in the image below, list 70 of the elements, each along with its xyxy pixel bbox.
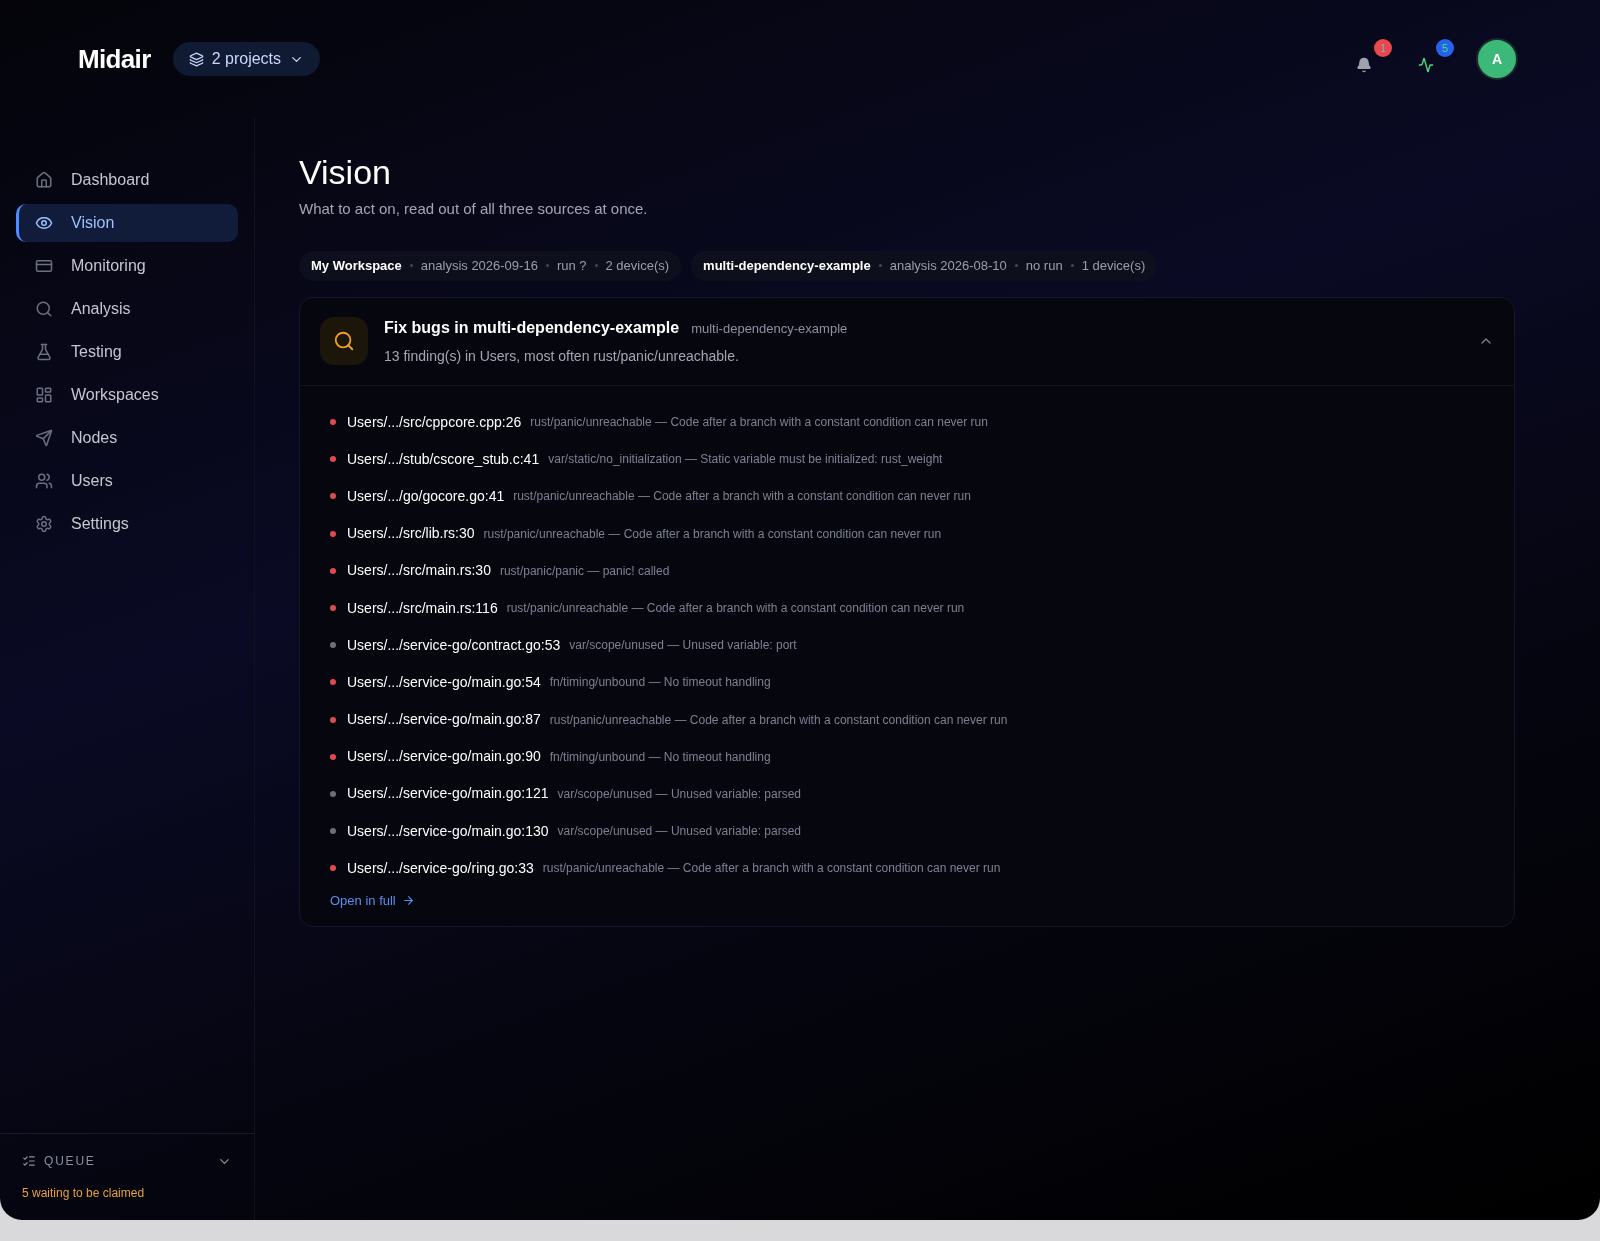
sidebar-item[interactable]: Testing bbox=[16, 333, 238, 371]
page-subtitle: What to act on, read out of all three sources at once. bbox=[299, 199, 649, 219]
finding-location[interactable]: Users/.../service-go/ring.go:33 bbox=[347, 857, 534, 879]
source-detail: analysis 2026-09-16 bbox=[420, 256, 538, 275]
finding-detail: rust/panic/unreachable — Code after a branch with a constant condition can never run bbox=[506, 600, 965, 618]
activity-count: 5 bbox=[1436, 39, 1454, 57]
sidebar-item[interactable]: Monitoring bbox=[16, 247, 238, 285]
finding-location[interactable]: Users/.../service-go/main.go:87 bbox=[347, 709, 541, 731]
eye-icon bbox=[35, 214, 53, 232]
finding-location[interactable]: Users/.../service-go/main.go:121 bbox=[347, 783, 549, 805]
bell-icon bbox=[1356, 57, 1372, 73]
finding-detail: rust/panic/panic — panic! called bbox=[499, 562, 670, 580]
source-detail: analysis 2026-08-10 bbox=[889, 256, 1007, 275]
finding-detail: fn/timing/unbound — No timeout handling bbox=[549, 674, 771, 692]
finding-detail: var/scope/unused — Unused variable: parsed bbox=[557, 785, 801, 803]
sidebar-item[interactable]: Workspaces bbox=[16, 376, 238, 414]
paper-plane-icon bbox=[35, 429, 53, 447]
finding-detail: var/scope/unused — Unused variable: parsed bbox=[557, 823, 801, 841]
finding-location[interactable]: Users/.../service-go/main.go:90 bbox=[347, 746, 541, 768]
finding-location[interactable]: Users/.../service-go/contract.go:53 bbox=[347, 634, 561, 656]
source-detail: run ? bbox=[556, 256, 587, 275]
source-detail: no run bbox=[1025, 256, 1063, 275]
finding-detail: var/scope/unused — Unused variable: port bbox=[569, 637, 797, 655]
card-tag: multi-dependency-example bbox=[691, 318, 848, 338]
finding-location[interactable]: Users/.../go/gocore.go:41 bbox=[347, 485, 505, 507]
pulse-icon bbox=[1418, 57, 1434, 73]
finding-location[interactable]: Users/.../src/lib.rs:30 bbox=[347, 523, 475, 545]
source-name: multi-dependency-example bbox=[703, 256, 871, 275]
card-summary: 13 finding(s) in Users, most often rust/panic/unreachable. bbox=[384, 346, 740, 366]
sidebar-item[interactable]: Vision bbox=[16, 204, 238, 242]
finding-detail: rust/panic/unreachable — Code after a branch with a constant condition can never run bbox=[483, 525, 942, 543]
checklist-icon bbox=[22, 1154, 36, 1168]
notification-count: 1 bbox=[1374, 39, 1392, 57]
search-icon bbox=[35, 300, 53, 318]
project-switcher[interactable]: 2 projects bbox=[172, 42, 321, 76]
sidebar-item[interactable]: Nodes bbox=[16, 419, 238, 457]
finding-location[interactable]: Users/.../stub/cscore_stub.c:41 bbox=[347, 448, 540, 470]
finding-detail: rust/panic/unreachable — Code after a branch with a constant condition can never run bbox=[549, 711, 1008, 729]
finding-detail: fn/timing/unbound — No timeout handling bbox=[549, 748, 771, 766]
sidebar-item[interactable]: Settings bbox=[16, 505, 238, 543]
queue-toggle[interactable]: QUEUE bbox=[22, 1152, 232, 1170]
source-detail: 2 device(s) bbox=[605, 256, 670, 275]
finding-detail: var/static/no_initialization — Static variable must be initialized: rust_weight bbox=[548, 451, 943, 469]
arrow-right-icon bbox=[401, 894, 415, 908]
finding-detail: rust/panic/unreachable — Code after a branch with a constant condition can never run bbox=[530, 414, 988, 432]
layers-icon bbox=[188, 51, 204, 67]
page-title: Vision bbox=[299, 152, 392, 192]
finding-location[interactable]: Users/.../src/main.rs:30 bbox=[347, 560, 491, 582]
users-icon bbox=[35, 472, 53, 490]
finding-location[interactable]: Users/.../src/cppcore.cpp:26 bbox=[347, 411, 522, 433]
brand-logo: Midair bbox=[78, 42, 151, 76]
search-icon bbox=[333, 330, 355, 352]
card-title: Fix bugs in multi-dependency-example bbox=[384, 317, 680, 338]
queue-status: 5 waiting to be claimed bbox=[22, 1185, 146, 1202]
finding-location[interactable]: Users/.../service-go/main.go:54 bbox=[347, 671, 541, 693]
sidebar-item[interactable]: Analysis bbox=[16, 290, 238, 328]
open-in-full-link[interactable]: Open in full bbox=[330, 890, 415, 911]
layout-icon bbox=[35, 386, 53, 404]
sidebar-item[interactable]: Users bbox=[16, 462, 238, 500]
finding-detail: rust/panic/unreachable — Code after a branch with a constant condition can never run bbox=[542, 860, 1001, 878]
sidebar-item[interactable]: Dashboard bbox=[16, 161, 238, 199]
gear-icon bbox=[35, 515, 53, 533]
finding-location[interactable]: Users/.../service-go/main.go:130 bbox=[347, 820, 549, 842]
finding-location[interactable]: Users/.../src/main.rs:116 bbox=[347, 597, 498, 619]
home-icon bbox=[35, 171, 53, 189]
flask-icon bbox=[35, 343, 53, 361]
source-detail: 1 device(s) bbox=[1081, 256, 1146, 275]
card-icon bbox=[35, 257, 53, 275]
source-name: My Workspace bbox=[311, 256, 402, 275]
finding-detail: rust/panic/unreachable — Code after a branch with a constant condition can never run bbox=[513, 488, 971, 506]
